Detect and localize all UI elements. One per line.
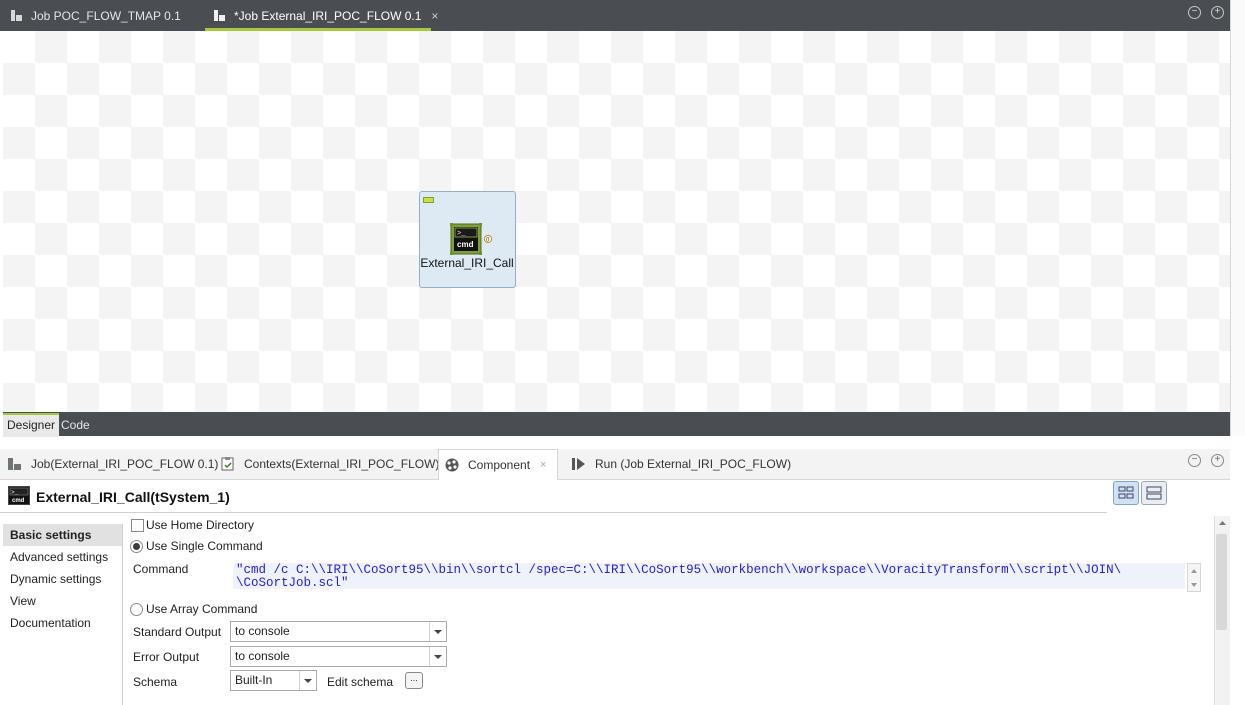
- svg-text:>_: >_: [11, 489, 19, 496]
- editor-tab-label: *Job External_IRI_POC_FLOW 0.1: [234, 8, 422, 23]
- svg-text:>_: >_: [457, 230, 466, 238]
- job-icon: [10, 9, 23, 22]
- job-icon: [213, 9, 226, 22]
- tab-contexts[interactable]: Contexts(External_IRI_POC_FLOW): [220, 449, 439, 479]
- list-view-button[interactable]: [1141, 481, 1167, 505]
- minimize-icon[interactable]: −: [1188, 6, 1201, 19]
- error-output-select[interactable]: to console: [230, 646, 447, 667]
- settings-item-documentation[interactable]: Documentation: [3, 612, 122, 634]
- chevron-down-icon: [429, 622, 446, 641]
- command-scroll-stepper[interactable]: [1187, 563, 1201, 592]
- command-label: Command: [133, 562, 189, 576]
- job-icon: [7, 456, 23, 472]
- right-edge-panel: [1230, 0, 1245, 436]
- tab-label: Component: [468, 458, 531, 472]
- close-icon[interactable]: ×: [431, 9, 438, 23]
- tab-run[interactable]: Run (Job External_IRI_POC_FLOW): [571, 449, 791, 479]
- editor-tab-external-iri-poc-flow[interactable]: *Job External_IRI_POC_FLOW 0.1 ×: [205, 0, 438, 31]
- settings-menu: Basic settings Advanced settings Dynamic…: [3, 524, 123, 705]
- scrollbar-thumb[interactable]: [1216, 534, 1227, 630]
- run-icon: [571, 456, 587, 472]
- chevron-down-icon: [299, 671, 316, 690]
- use-single-command-radio[interactable]: [130, 540, 143, 553]
- settings-item-advanced[interactable]: Advanced settings: [3, 546, 122, 568]
- tab-label: Job(External_IRI_POC_FLOW 0.1): [31, 457, 219, 471]
- tab-component[interactable]: Component ×: [438, 449, 558, 480]
- select-value: to console: [235, 649, 290, 663]
- tab-label: Contexts(External_IRI_POC_FLOW): [244, 457, 440, 471]
- standard-output-label: Standard Output: [133, 625, 222, 639]
- maximize-icon[interactable]: +: [1211, 454, 1224, 467]
- minimize-icon[interactable]: −: [1188, 454, 1201, 467]
- select-value: Built-In: [235, 673, 273, 687]
- settings-item-basic[interactable]: Basic settings: [3, 524, 122, 546]
- use-home-directory-label: Use Home Directory: [146, 518, 255, 532]
- standard-output-select[interactable]: to console: [230, 621, 447, 642]
- node-icon-text: cmd: [457, 240, 474, 249]
- contexts-icon: [220, 456, 236, 472]
- command-text-line-2: \CoSortJob.scl": [236, 576, 349, 590]
- list-icon: [1146, 486, 1162, 500]
- tab-job[interactable]: Job(External_IRI_POC_FLOW 0.1): [7, 449, 218, 479]
- schema-label: Schema: [133, 675, 178, 689]
- use-array-command-radio[interactable]: [130, 603, 143, 616]
- edit-schema-label: Edit schema: [327, 675, 394, 689]
- tab-designer[interactable]: Designer: [3, 413, 60, 437]
- use-array-command-label: Use Array Command: [146, 602, 258, 616]
- table-view-button[interactable]: [1113, 481, 1139, 505]
- designer-code-bar: Designer Code: [3, 412, 1230, 437]
- settings-item-view[interactable]: View: [3, 590, 122, 612]
- designer-canvas[interactable]: [3, 31, 1230, 412]
- settings-item-dynamic[interactable]: Dynamic settings: [3, 568, 122, 590]
- edit-schema-button[interactable]: ...: [405, 672, 423, 689]
- command-text-line-1: "cmd /c C:\\IRI\\CoSort95\\bin\\sortcl /…: [236, 563, 1122, 577]
- scroll-up-icon: [1219, 521, 1226, 525]
- use-single-command-label: Use Single Command: [146, 539, 263, 553]
- editor-tab-label: Job POC_FLOW_TMAP 0.1: [31, 8, 181, 23]
- component-title: External_IRI_Call(tSystem_1): [36, 489, 230, 505]
- component-icon: [444, 457, 460, 473]
- select-value: to console: [235, 624, 290, 638]
- tab-code[interactable]: Code: [57, 415, 94, 435]
- editor-tab-bar: Job POC_FLOW_TMAP 0.1 *Job External_IRI_…: [0, 0, 1230, 31]
- chevron-down-icon: [429, 647, 446, 666]
- header-icon-text: cmd: [12, 498, 25, 504]
- error-output-label: Error Output: [133, 650, 200, 664]
- use-home-directory-checkbox[interactable]: [131, 519, 144, 532]
- view-tab-bar: Job(External_IRI_POC_FLOW 0.1) Contexts(…: [0, 449, 1230, 480]
- editor-tab-poc-flow-tmap[interactable]: Job POC_FLOW_TMAP 0.1: [10, 0, 181, 31]
- cmd-component-icon[interactable]: >_ cmd 0: [450, 223, 493, 255]
- close-icon[interactable]: ×: [540, 459, 546, 471]
- component-node-label: External_IRI_Call: [420, 256, 514, 270]
- node-status-indicator: [423, 197, 434, 203]
- grid-icon: [1118, 486, 1134, 499]
- maximize-icon[interactable]: +: [1211, 6, 1224, 19]
- schema-select[interactable]: Built-In: [230, 670, 317, 691]
- cmd-component-icon: >_ cmd: [8, 486, 30, 505]
- tab-label: Run (Job External_IRI_POC_FLOW): [595, 457, 792, 471]
